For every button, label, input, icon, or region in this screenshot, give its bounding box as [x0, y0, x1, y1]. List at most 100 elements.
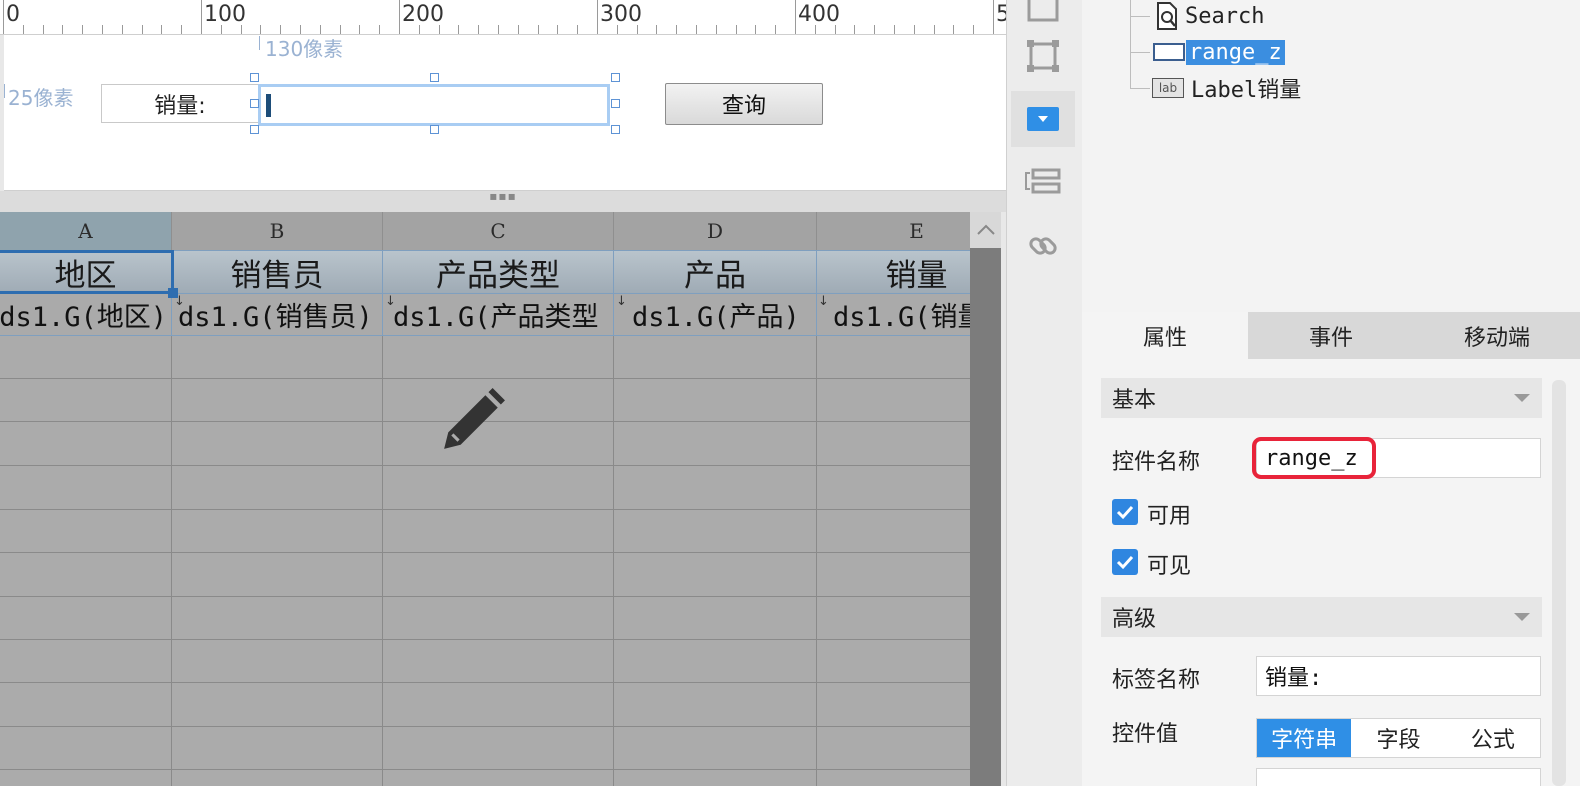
basic-section-header[interactable]: 基本 — [1101, 378, 1542, 418]
tree-connector — [1130, 52, 1150, 53]
grid-line — [0, 378, 970, 379]
property-tabs: 属性 事件 移动端 — [1082, 312, 1580, 359]
resize-handle[interactable] — [611, 99, 620, 108]
ruler-minor-tick — [260, 25, 261, 34]
title-cell[interactable]: 销量 — [817, 250, 970, 294]
column-header-c[interactable]: C — [383, 212, 614, 250]
title-cell[interactable]: 产品类型 — [383, 250, 614, 294]
ruler-minor-tick — [854, 25, 855, 34]
column-header-d[interactable]: D — [614, 212, 817, 250]
visible-checkbox[interactable] — [1112, 549, 1138, 575]
report-sheet[interactable]: A B C D E 地区 销售员 产品类型 产品 销量 ds1.G(地区) ds… — [0, 212, 970, 786]
properties-scrollbar[interactable] — [1552, 380, 1566, 786]
column-header-b[interactable]: B — [172, 212, 383, 250]
value-type-formula-button[interactable]: 公式 — [1446, 719, 1540, 757]
tree-item-label-sales[interactable]: lab Label销量 — [1152, 72, 1304, 104]
sales-label-widget[interactable]: 销量: — [101, 84, 259, 123]
ruler-minor-tick — [458, 25, 459, 34]
ruler-minor-tick — [439, 25, 440, 34]
segment-label: 公式 — [1470, 728, 1515, 753]
grid-line — [0, 769, 970, 770]
column-header-e[interactable]: E — [817, 212, 970, 250]
ruler-minor-tick — [102, 25, 103, 34]
grid-line — [171, 336, 172, 786]
ruler-minor-tick — [637, 25, 638, 34]
resize-handle[interactable] — [250, 73, 259, 82]
data-cell[interactable]: ds1.G(销售员) — [172, 294, 383, 336]
tag-name-field[interactable]: 销量: — [1256, 656, 1541, 696]
tab-events[interactable]: 事件 — [1248, 312, 1414, 359]
ruler-minor-tick — [82, 25, 83, 34]
label-widget-icon: lab — [1152, 78, 1184, 98]
title-cell[interactable]: 产品 — [614, 250, 817, 294]
ruler-minor-tick — [874, 25, 875, 34]
tab-label: 事件 — [1308, 325, 1353, 351]
grid-line — [382, 336, 383, 786]
tab-label: 移动端 — [1463, 325, 1530, 351]
title-text: 产品 — [684, 257, 746, 294]
ruler-label: 0 — [6, 2, 20, 27]
dropdown-widget-button[interactable] — [1011, 91, 1075, 147]
link-tool-button[interactable] — [1011, 218, 1075, 274]
data-cell[interactable]: ds1.G(产品) — [614, 294, 817, 336]
grid-line — [0, 596, 970, 597]
grid-line — [0, 682, 970, 683]
query-button[interactable]: 查询 — [665, 83, 823, 125]
tab-mobile[interactable]: 移动端 — [1414, 312, 1580, 359]
ruler-minor-tick — [973, 25, 974, 34]
textbox-widget-icon — [1153, 43, 1185, 61]
value-type-string-button[interactable]: 字符串 — [1257, 719, 1352, 757]
ruler-minor-tick — [478, 25, 479, 34]
ruler-minor-tick — [161, 25, 162, 34]
cut-off-tool-icon — [1027, 0, 1059, 22]
data-cell[interactable]: ds1.G(销量 — [817, 294, 970, 336]
resize-handle[interactable] — [430, 125, 439, 134]
resize-handle[interactable] — [250, 99, 259, 108]
resize-handle[interactable] — [611, 73, 620, 82]
expand-arrow-icon: ↓ — [385, 294, 396, 309]
ruler-label: 400 — [798, 2, 840, 27]
ruler-minor-tick — [142, 25, 143, 34]
ruler-label: 300 — [600, 2, 642, 27]
ruler-minor-tick — [379, 25, 380, 34]
range-z-textbox[interactable] — [258, 84, 610, 126]
chevron-up-icon — [976, 224, 995, 235]
section-title: 基本 — [1112, 388, 1157, 413]
ruler-minor-tick — [815, 25, 816, 34]
top-offset-label: 25像素 — [8, 86, 74, 110]
scroll-up-button[interactable] — [970, 212, 1001, 248]
tree-item-range-z[interactable]: range_z — [1152, 36, 1285, 68]
dropdown-icon — [1027, 107, 1059, 131]
resize-handle[interactable] — [430, 73, 439, 82]
fill-handle[interactable] — [168, 288, 178, 298]
tab-properties[interactable]: 属性 — [1082, 312, 1248, 359]
advanced-section-header[interactable]: 高级 — [1101, 597, 1542, 637]
ruler-minor-tick — [993, 25, 994, 34]
tree-item-search[interactable]: Search — [1152, 0, 1267, 32]
data-cell[interactable]: ds1.G(产品类型 — [383, 294, 614, 336]
ruler-minor-tick — [498, 25, 499, 34]
resize-handle[interactable] — [250, 125, 259, 134]
sheet-vertical-scrollbar[interactable] — [970, 212, 1001, 786]
grid-line — [613, 336, 614, 786]
column-header-a[interactable]: A — [0, 212, 172, 250]
data-text: ds1.G(销量 — [833, 302, 970, 333]
title-text: 销量 — [885, 257, 948, 294]
list-layout-icon — [1025, 168, 1061, 194]
widget-value-field[interactable] — [1256, 768, 1541, 786]
value-type-field-button[interactable]: 字段 — [1351, 719, 1445, 757]
resize-handle[interactable] — [611, 125, 620, 134]
enabled-checkbox[interactable] — [1112, 499, 1138, 525]
ruler-minor-tick — [43, 25, 44, 34]
ruler-minor-tick — [221, 25, 222, 34]
ruler-minor-tick — [23, 25, 24, 34]
checkmark-icon — [1116, 505, 1134, 520]
frame-tool-button[interactable] — [1011, 28, 1075, 84]
chevron-down-icon — [1514, 394, 1530, 402]
data-text: ds1.G(地区) — [0, 302, 167, 333]
pane-splitter[interactable]: ▪▪▪ — [0, 190, 1006, 212]
segment-label: 字符串 — [1271, 728, 1338, 753]
data-cell[interactable]: ds1.G(地区) — [0, 294, 172, 336]
title-cell[interactable]: 销售员 — [172, 250, 383, 294]
layout-tool-button[interactable] — [1011, 154, 1075, 210]
